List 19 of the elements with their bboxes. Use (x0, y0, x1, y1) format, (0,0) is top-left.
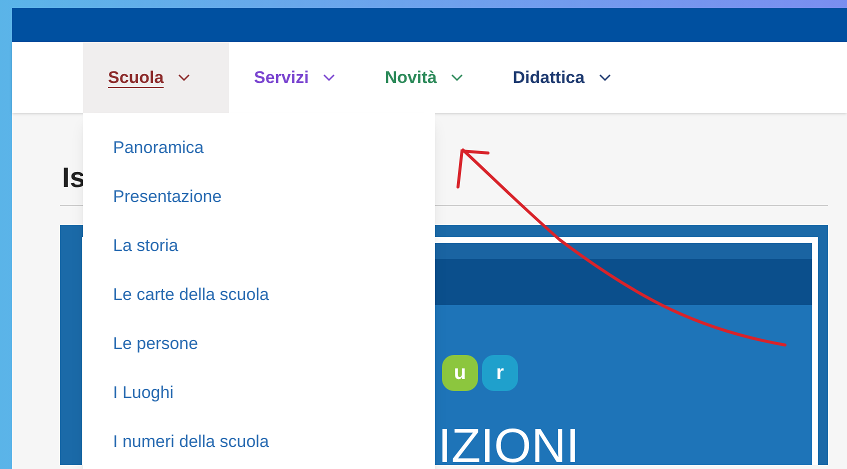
dropdown-item[interactable]: Le carte della scuola (113, 283, 269, 307)
dropdown-item[interactable]: Presentazione (113, 185, 222, 209)
dropdown-item[interactable]: Panoramica (113, 136, 204, 160)
banner-headline: IZIONI (438, 423, 580, 465)
nav-item[interactable]: Novità (360, 42, 488, 113)
chevron-down-icon (450, 74, 463, 82)
dropdown-item[interactable]: Le persone (113, 332, 198, 356)
logo-letter: r (482, 355, 518, 391)
chevron-down-icon (178, 74, 190, 82)
nav-item[interactable]: Servizi (229, 42, 360, 113)
page-heading: Is (62, 161, 86, 195)
dropdown-item[interactable]: La storia (113, 234, 178, 258)
nav-item[interactable]: Didattica (488, 42, 636, 113)
logo-letter: u (442, 355, 478, 391)
chevron-down-icon (598, 74, 611, 82)
nav-item[interactable]: Scuola (83, 42, 229, 113)
dropdown-item[interactable]: I numeri della scuola (113, 430, 269, 454)
dropdown-item[interactable]: I Luoghi (113, 381, 174, 405)
chevron-down-icon (322, 74, 335, 82)
